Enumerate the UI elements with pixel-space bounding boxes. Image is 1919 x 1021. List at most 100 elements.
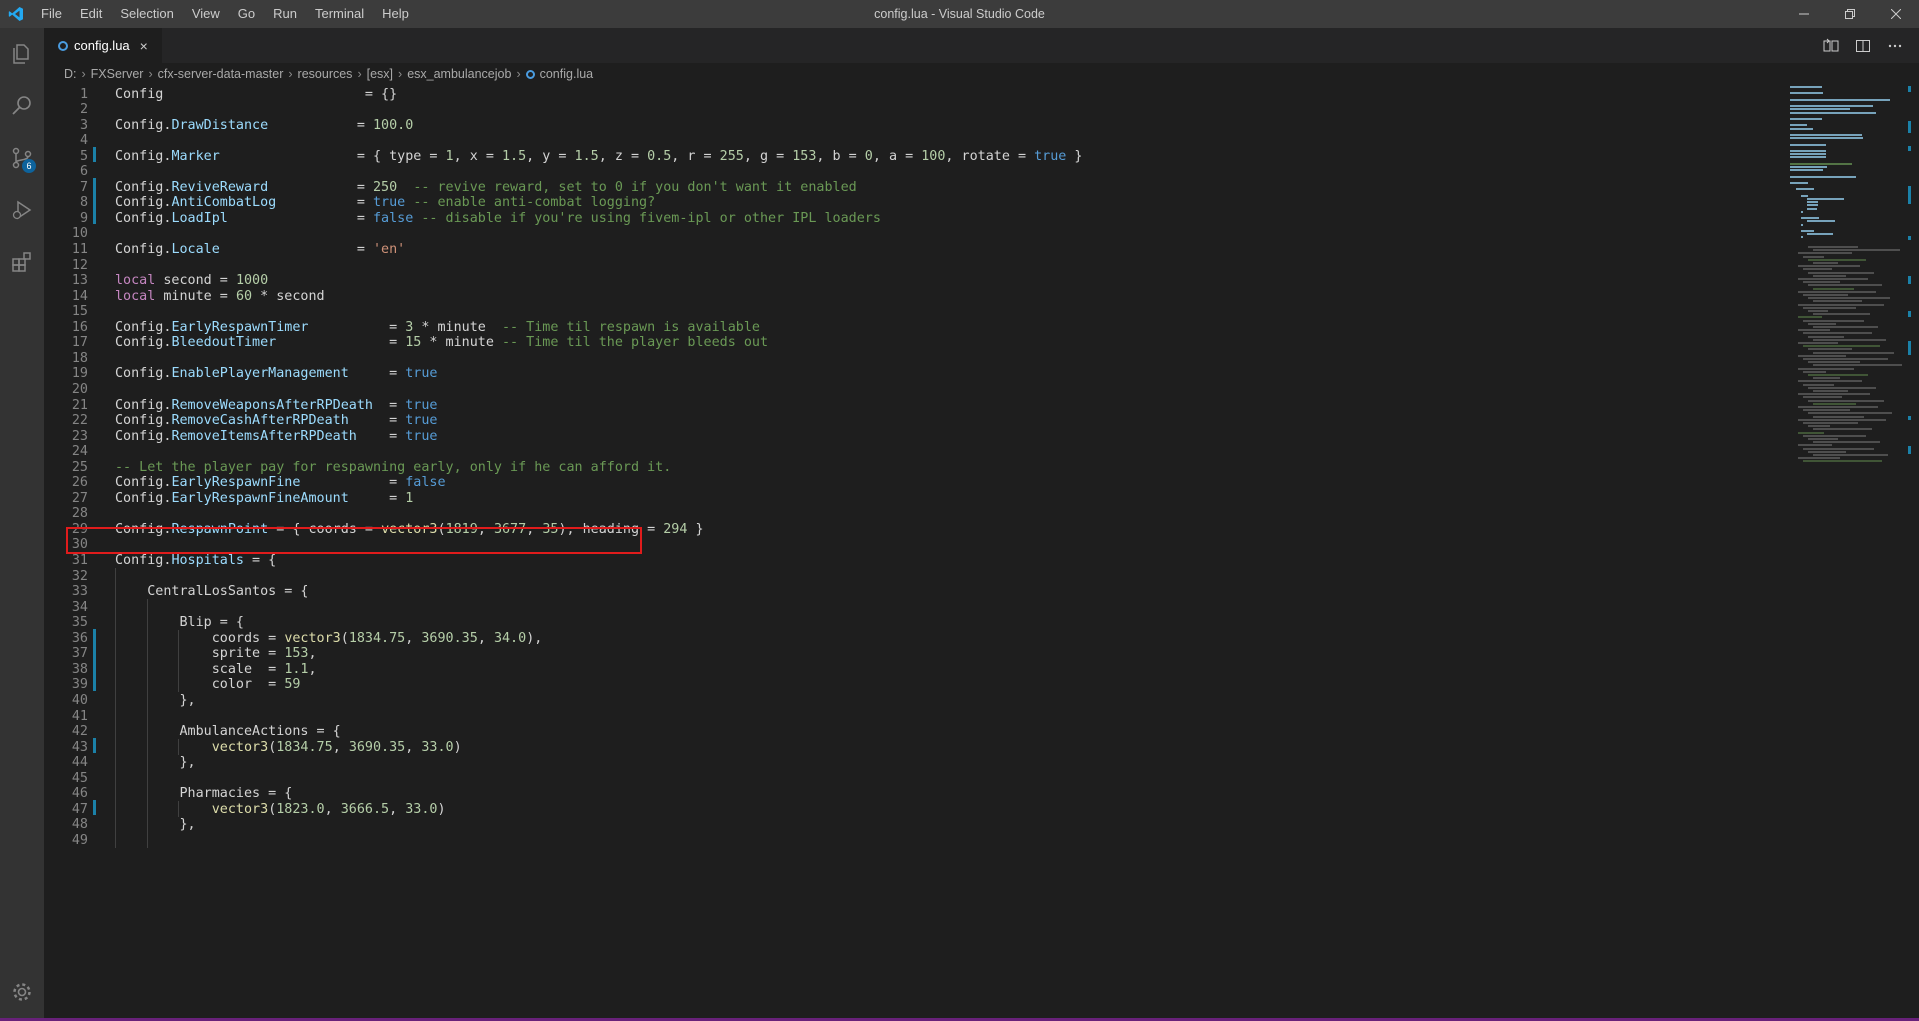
gutter-modified-marker [93,628,96,645]
minimap-line [1803,345,1880,348]
search-icon [12,96,31,115]
minimap-line [1813,441,1880,444]
menu-edit[interactable]: Edit [71,0,111,28]
minimap-line [1803,447,1874,450]
window-controls [1781,0,1919,28]
menu-bar: File Edit Selection View Go Run Terminal… [32,0,418,28]
split-editor-button[interactable] [1847,28,1879,63]
minimize-icon [1799,13,1809,15]
gutter-modified-marker [93,799,96,816]
minimap-line [1803,434,1866,437]
gutter-modified-marker [93,737,96,754]
restore-button[interactable] [1827,0,1873,28]
compare-changes-icon [1823,38,1839,51]
minimap-line [1808,348,1852,351]
minimap-line [1798,329,1830,332]
minimap-line [1798,457,1840,460]
minimap-line [1806,220,1835,223]
breadcrumb-drive[interactable]: D: [64,67,77,81]
minimap-line [1803,358,1888,360]
minimap-line [1808,399,1884,402]
split-editor-icon [1856,39,1870,52]
minimap-line [1798,431,1824,434]
code-line-49[interactable]: 49 [44,831,1824,850]
minimize-button[interactable] [1781,0,1827,28]
run-debug-button[interactable] [0,184,44,236]
minimap-line [1798,290,1876,293]
more-actions-button[interactable] [1879,28,1911,63]
minimap-line [1813,313,1870,316]
minimap-line [1803,268,1832,271]
search-button[interactable] [0,80,44,132]
gutter-modified-marker [93,146,96,163]
breadcrumb-esx[interactable]: [esx] [367,67,393,81]
scrollbar-change-marker [1908,341,1911,355]
tab-config-lua[interactable]: config.lua × [44,28,162,63]
close-tab-icon[interactable]: × [140,38,148,54]
minimap-line [1813,351,1894,354]
breadcrumb-resources[interactable]: resources [298,67,353,81]
explorer-button[interactable] [0,28,44,80]
minimap-line [1790,127,1814,130]
vscode-logo-icon [0,0,32,28]
minimap-line [1808,284,1882,287]
extensions-button[interactable] [0,236,44,288]
minimap-line [1790,169,1824,172]
menu-run[interactable]: Run [264,0,306,28]
minimap-line [1806,207,1817,210]
minimap-line [1803,332,1872,335]
minimap-line [1790,153,1826,156]
minimap-line [1808,374,1868,376]
minimap-line [1790,175,1856,178]
minimap-line [1790,118,1823,120]
minimap-line [1803,422,1858,424]
gutter-modified-marker [93,644,96,660]
minimap-line [1808,246,1858,248]
source-control-button[interactable]: 6 [0,132,44,184]
breadcrumb-fxserver[interactable]: FXServer [91,67,144,81]
menu-selection[interactable]: Selection [111,0,182,28]
chevron-right-icon: › [398,67,403,81]
menu-view[interactable]: View [183,0,229,28]
minimap-line [1798,316,1822,319]
minimap-line [1798,418,1886,421]
gutter-modified-marker [93,208,96,225]
minimap-line [1803,370,1826,373]
minimap-line [1795,188,1814,191]
minimap-line [1806,204,1819,207]
close-window-button[interactable] [1873,0,1919,28]
minimap-line [1798,252,1852,255]
minimap[interactable] [1790,86,1902,466]
menu-help[interactable]: Help [373,0,418,28]
menu-go[interactable]: Go [229,0,264,28]
minimap-line [1790,92,1824,95]
breadcrumb-cfx-server-data[interactable]: cfx-server-data-master [158,67,284,81]
menu-terminal[interactable]: Terminal [306,0,373,28]
menu-file[interactable]: File [32,0,71,28]
minimap-line [1813,415,1864,418]
minimap-line [1798,444,1832,447]
open-changes-button[interactable] [1815,28,1847,63]
minimap-line [1803,294,1848,296]
minimap-line [1790,111,1876,114]
breadcrumb-file[interactable]: config.lua [525,67,593,81]
minimap-line [1808,386,1876,389]
minimap-line [1813,364,1902,367]
scm-count-badge: 6 [22,159,36,173]
minimap-line [1808,450,1846,453]
minimap-line [1808,322,1836,325]
lua-file-icon [58,40,68,51]
minimap-line [1801,210,1803,213]
vertical-scrollbar[interactable] [1908,86,1919,1018]
gutter-modified-marker [93,675,96,691]
minimap-line [1808,412,1892,415]
minimap-line [1808,361,1860,364]
breadcrumb-esx-ambulancejob[interactable]: esx_ambulancejob [407,67,511,81]
manage-settings-button[interactable] [0,966,44,1018]
scrollbar-change-marker [1908,121,1911,133]
minimap-line [1790,137,1863,140]
minimap-line [1813,402,1856,405]
scrollbar-change-marker [1908,86,1911,92]
chevron-right-icon: › [516,67,521,81]
minimap-line [1790,162,1853,165]
